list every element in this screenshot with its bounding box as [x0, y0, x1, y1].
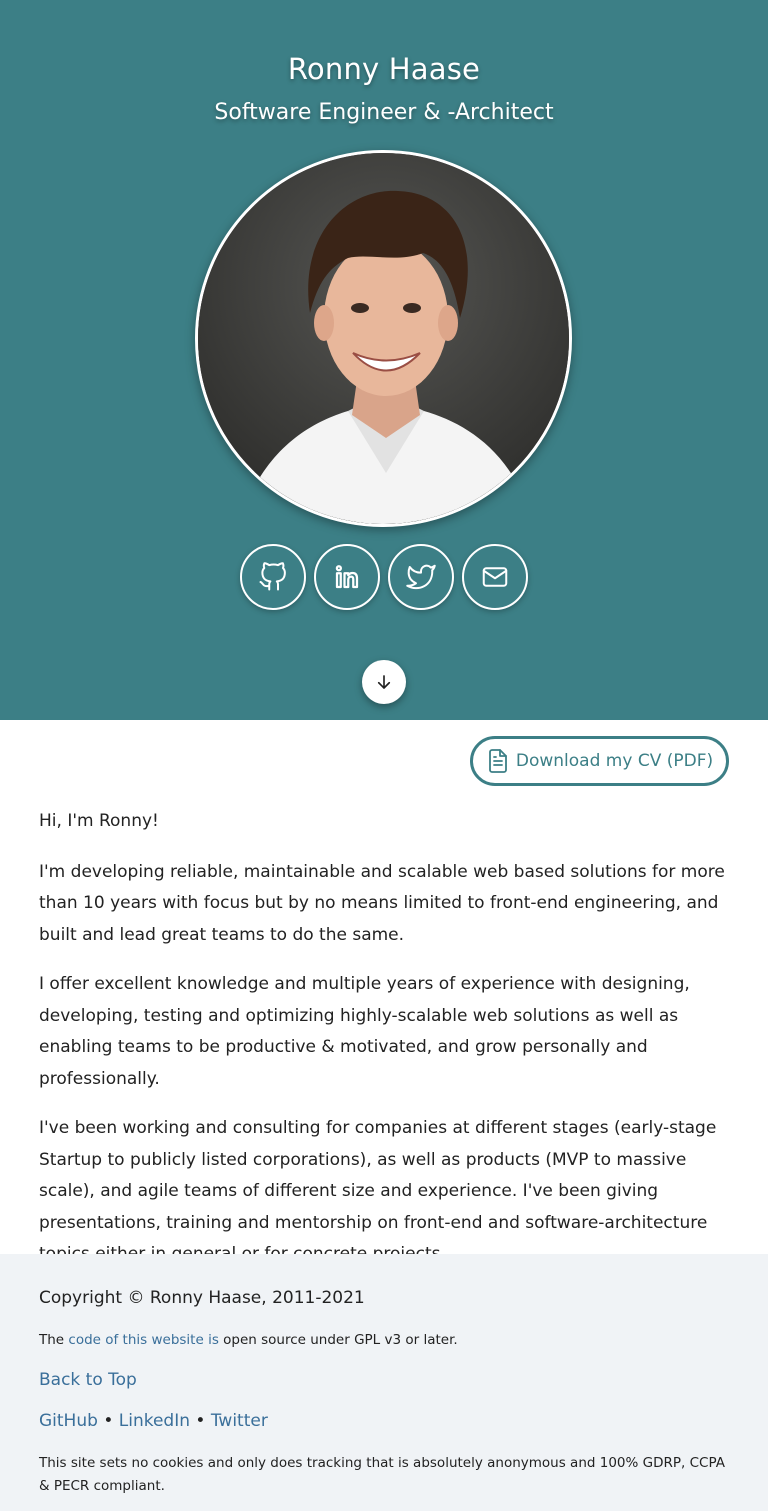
- about-section: Hi, I'm Ronny! I'm developing reliable, …: [39, 806, 734, 1289]
- email-link[interactable]: [462, 544, 528, 610]
- job-title: Software Engineer & -Architect: [214, 100, 554, 125]
- twitter-icon: [406, 564, 436, 590]
- footer-linkedin-link[interactable]: LinkedIn: [119, 1411, 190, 1431]
- license-note: The code of this website is open source …: [39, 1332, 458, 1348]
- avatar: [195, 150, 572, 527]
- linkedin-icon: [335, 565, 359, 589]
- scroll-down-button[interactable]: [362, 660, 406, 704]
- copyright: Copyright © Ronny Haase, 2011-2021: [39, 1288, 365, 1308]
- mail-icon: [482, 567, 508, 587]
- separator: •: [97, 1411, 119, 1431]
- footer-github-link[interactable]: GitHub: [39, 1411, 98, 1431]
- arrow-down-icon: [377, 675, 391, 689]
- footer: Copyright © Ronny Haase, 2011-2021 The c…: [0, 1254, 768, 1511]
- about-paragraph: I've been working and consulting for com…: [39, 1118, 717, 1264]
- license-suffix: open source under GPL v3 or later.: [218, 1332, 458, 1348]
- license-prefix: The: [39, 1332, 69, 1348]
- linkedin-link[interactable]: [314, 544, 380, 610]
- portrait-image: [198, 153, 569, 524]
- about-paragraph: I'm developing reliable, maintainable an…: [39, 861, 725, 945]
- page-title: Ronny Haase: [287, 52, 481, 86]
- twitter-link[interactable]: [388, 544, 454, 610]
- github-icon: [259, 562, 286, 591]
- download-cv-button[interactable]: Download my CV (PDF): [470, 736, 729, 786]
- greeting: Hi, I'm Ronny!: [39, 811, 159, 831]
- hero-section: Ronny Haase Software Engineer & -Archite…: [0, 0, 768, 720]
- document-icon: [488, 749, 507, 773]
- about-paragraph: I offer excellent knowledge and multiple…: [39, 974, 690, 1089]
- privacy-note: This site sets no cookies and only does …: [39, 1455, 725, 1494]
- github-link[interactable]: [240, 544, 306, 610]
- back-to-top-link[interactable]: Back to Top: [39, 1370, 137, 1390]
- download-cv-label: Download my CV (PDF): [515, 751, 714, 771]
- source-code-link[interactable]: code of this website is: [68, 1332, 218, 1348]
- social-links: [240, 544, 528, 610]
- footer-links: GitHub • LinkedIn • Twitter: [39, 1411, 268, 1431]
- separator: •: [190, 1411, 211, 1431]
- footer-twitter-link[interactable]: Twitter: [211, 1411, 268, 1431]
